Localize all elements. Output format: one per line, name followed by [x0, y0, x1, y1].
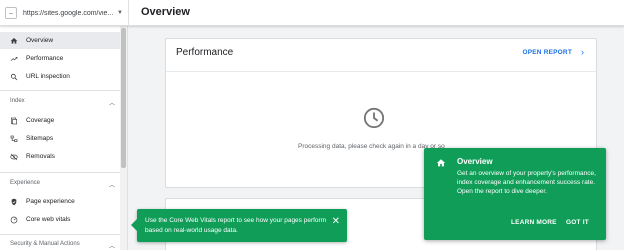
home-icon — [436, 159, 446, 167]
coverage-icon — [10, 117, 18, 125]
sidebar-item-label: Removals — [26, 153, 55, 160]
speed-icon — [10, 216, 18, 224]
clock-icon — [363, 107, 385, 129]
sidebar-item-label: Core web vitals — [26, 216, 71, 223]
section-header-index[interactable]: Index ︿ — [10, 98, 115, 107]
trending-up-icon — [10, 55, 18, 63]
property-icon: – — [5, 7, 17, 19]
sidebar-item-label: URL inspection — [26, 73, 70, 80]
top-bar: – https://sites.google.com/vie... ▼ Over… — [0, 0, 624, 26]
core-web-vitals-tooltip: Use the Core Web Vitals report to see ho… — [131, 209, 347, 242]
section-title: Index — [10, 98, 25, 104]
scrollbar-thumb[interactable] — [121, 28, 126, 168]
chevron-up-icon: ︿ — [108, 101, 115, 107]
property-url: https://sites.google.com/vie... — [23, 9, 114, 17]
page-title: Overview — [141, 6, 190, 18]
sidebar-item-url-inspection[interactable]: URL inspection — [0, 68, 120, 85]
sidebar-item-coverage[interactable]: Coverage — [0, 112, 120, 129]
removals-icon — [10, 153, 18, 161]
chevron-right-icon[interactable]: › — [581, 47, 584, 57]
sidebar-item-label: Page experience — [26, 198, 75, 205]
sidebar-item-overview[interactable]: Overview — [0, 32, 120, 49]
got-it-button[interactable]: GOT IT — [566, 219, 589, 226]
sidebar-item-sitemaps[interactable]: Sitemaps — [0, 130, 120, 147]
divider — [128, 0, 129, 26]
sidebar-scrollbar[interactable] — [120, 26, 127, 250]
search-icon — [10, 73, 18, 81]
sitemap-icon — [10, 135, 18, 143]
chevron-up-icon: ︿ — [108, 183, 115, 189]
section-title: Experience — [10, 180, 41, 186]
tooltip-title: Overview — [457, 157, 493, 166]
chevron-up-icon: ︿ — [108, 244, 115, 250]
overview-tooltip: Overview Get an overview of your propert… — [424, 148, 606, 240]
tooltip-text: Use the Core Web Vitals report to see ho… — [145, 217, 327, 234]
sidebar-item-label: Sitemaps — [26, 135, 54, 142]
divider — [0, 90, 120, 91]
section-title: Security & Manual Actions — [10, 241, 80, 247]
sidebar-item-core-web-vitals[interactable]: Core web vitals — [0, 211, 120, 228]
processing-message: Processing data, please check again in a… — [298, 143, 445, 150]
learn-more-button[interactable]: LEARN MORE — [511, 219, 557, 226]
card-title: Performance — [176, 47, 234, 58]
tooltip-body: Get an overview of your property's perfo… — [457, 170, 596, 195]
sidebar-item-label: Performance — [26, 55, 64, 62]
caret-down-icon: ▼ — [117, 10, 123, 16]
close-icon[interactable]: ✕ — [332, 216, 340, 227]
divider — [166, 71, 596, 72]
page-experience-icon — [10, 198, 18, 206]
property-selector[interactable]: – https://sites.google.com/vie... ▼ — [5, 2, 127, 24]
sidebar-item-page-experience[interactable]: Page experience — [0, 193, 120, 210]
home-icon — [10, 37, 18, 45]
section-header-security[interactable]: Security & Manual Actions ︿ — [10, 241, 115, 250]
sidebar: Overview Performance URL inspection Inde… — [0, 26, 128, 250]
divider — [0, 234, 120, 235]
divider — [0, 172, 120, 173]
sidebar-item-performance[interactable]: Performance — [0, 50, 120, 67]
sidebar-item-removals[interactable]: Removals — [0, 148, 120, 165]
sidebar-item-label: Overview — [26, 37, 54, 44]
open-report-link[interactable]: OPEN REPORT — [522, 49, 572, 56]
section-header-experience[interactable]: Experience ︿ — [10, 180, 115, 189]
sidebar-item-label: Coverage — [26, 117, 55, 124]
